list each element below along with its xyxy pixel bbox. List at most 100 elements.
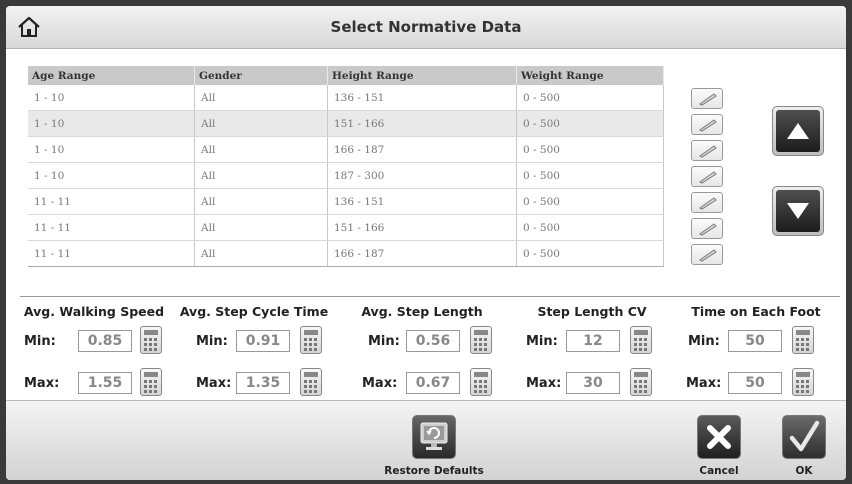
max-label: Max: (196, 376, 232, 391)
max-value-field[interactable]: 0.67 (406, 372, 460, 394)
table-row-selected[interactable]: 1 - 10 All 151 - 166 0 - 500 (28, 110, 664, 137)
min-value-field[interactable]: 0.91 (236, 330, 290, 352)
triangle-down-icon (787, 203, 809, 219)
cell-gender: All (194, 188, 328, 215)
max-value-field[interactable]: 30 (566, 372, 620, 394)
max-value-field[interactable]: 1.35 (236, 372, 290, 394)
calculator-icon[interactable] (792, 368, 814, 396)
metric-label: Time on Each Foot (691, 304, 821, 319)
table-row[interactable]: 11 - 11 All 166 - 187 0 - 500 (28, 240, 664, 267)
cell-gender: All (194, 136, 328, 163)
column-header-gender: Gender (194, 66, 328, 85)
pencil-icon (699, 93, 717, 106)
cell-height-range: 166 - 187 (327, 240, 517, 267)
cell-weight-range: 0 - 500 (516, 188, 664, 215)
table-row[interactable]: 11 - 11 All 136 - 151 0 - 500 (28, 188, 664, 215)
min-value-field[interactable]: 0.85 (78, 330, 132, 352)
calculator-icon[interactable] (792, 326, 814, 354)
metric-label: Avg. Walking Speed (23, 304, 165, 319)
metric-label: Avg. Step Cycle Time (179, 304, 329, 319)
ok-button[interactable] (782, 415, 826, 459)
calculator-icon[interactable] (300, 368, 322, 396)
cancel-button[interactable] (697, 415, 741, 459)
calculator-icon[interactable] (470, 326, 492, 354)
min-value-field[interactable]: 50 (728, 330, 782, 352)
calculator-icon[interactable] (140, 368, 162, 396)
min-label: Min: (196, 334, 228, 349)
calculator-icon[interactable] (630, 326, 652, 354)
pencil-icon (699, 197, 717, 210)
min-label: Min: (368, 334, 400, 349)
calculator-icon[interactable] (470, 368, 492, 396)
min-label: Min: (688, 334, 720, 349)
edit-row-button[interactable] (691, 192, 723, 213)
max-label: Max: (24, 376, 60, 391)
metric-time-on-each-foot: Time on Each Foot Min: 50 Max: 50 (678, 304, 834, 396)
edit-row-button[interactable] (691, 166, 723, 187)
scroll-down-button[interactable] (772, 186, 824, 236)
cell-weight-range: 0 - 500 (516, 240, 664, 267)
table-row[interactable]: 1 - 10 All 166 - 187 0 - 500 (28, 136, 664, 163)
pencil-icon (699, 223, 717, 236)
min-value-field[interactable]: 0.56 (406, 330, 460, 352)
cell-gender: All (194, 110, 328, 137)
cell-gender: All (194, 162, 328, 189)
pencil-icon (699, 171, 717, 184)
triangle-up-icon (787, 123, 809, 139)
edit-row-button[interactable] (691, 244, 723, 265)
max-label: Max: (362, 376, 398, 391)
metric-label: Avg. Step Length (361, 304, 483, 319)
min-row: Min: 0.85 (16, 326, 172, 356)
cell-height-range: 187 - 300 (327, 162, 517, 189)
table-row[interactable]: 1 - 10 All 187 - 300 0 - 500 (28, 162, 664, 189)
cell-gender: All (194, 240, 328, 267)
calculator-icon[interactable] (630, 368, 652, 396)
metric-avg-step-cycle-time: Avg. Step Cycle Time Min: 0.91 Max: 1.35 (176, 304, 332, 396)
min-row: Min: 0.91 (176, 326, 332, 356)
max-row: Max: 30 (514, 368, 670, 398)
cell-age-range: 1 - 10 (28, 85, 195, 111)
calculator-icon[interactable] (300, 326, 322, 354)
max-label: Max: (526, 376, 562, 391)
min-label: Min: (526, 334, 558, 349)
metric-avg-step-length: Avg. Step Length Min: 0.56 Max: 0.67 (344, 304, 500, 396)
cell-weight-range: 0 - 500 (516, 110, 664, 137)
metric-step-length-cv: Step Length CV Min: 12 Max: 30 (514, 304, 670, 396)
max-value-field[interactable]: 50 (728, 372, 782, 394)
table-row[interactable]: 11 - 11 All 151 - 166 0 - 500 (28, 214, 664, 241)
max-value-field[interactable]: 1.55 (78, 372, 132, 394)
title-bar: Select Normative Data (6, 6, 846, 49)
restore-defaults-button[interactable] (412, 415, 456, 459)
table-row[interactable]: 1 - 10 All 136 - 151 0 - 500 (28, 85, 664, 111)
edit-row-button[interactable] (691, 88, 723, 109)
cell-age-range: 11 - 11 (28, 240, 195, 267)
cell-age-range: 11 - 11 (28, 188, 195, 215)
cell-weight-range: 0 - 500 (516, 214, 664, 241)
min-value-field[interactable]: 12 (566, 330, 620, 352)
checkmark-icon (789, 420, 820, 452)
max-row: Max: 50 (678, 368, 834, 398)
column-header-weight-range: Weight Range (516, 66, 664, 85)
min-row: Min: 12 (514, 326, 670, 356)
pencil-icon (699, 249, 717, 262)
edit-row-button[interactable] (691, 218, 723, 239)
dialog-window: Select Normative Data Age Range Gender H… (6, 6, 846, 480)
cell-weight-range: 0 - 500 (516, 162, 664, 189)
cell-gender: All (194, 85, 328, 111)
footer-bar: Restore Defaults Cancel OK (6, 400, 846, 480)
max-label: Max: (686, 376, 722, 391)
cell-weight-range: 0 - 500 (516, 136, 664, 163)
edit-row-button[interactable] (691, 114, 723, 135)
scroll-up-button[interactable] (772, 106, 824, 156)
cell-height-range: 136 - 151 (327, 188, 517, 215)
table-header-row: Age Range Gender Height Range Weight Ran… (28, 66, 664, 85)
calculator-icon[interactable] (140, 326, 162, 354)
metric-avg-walking-speed: Avg. Walking Speed Min: 0.85 Max: 1.55 (16, 304, 172, 396)
min-label: Min: (24, 334, 56, 349)
pencil-icon (699, 119, 717, 132)
page-title: Select Normative Data (330, 18, 522, 36)
metric-label: Step Length CV (537, 304, 647, 319)
normative-data-table: Age Range Gender Height Range Weight Ran… (28, 66, 664, 267)
edit-row-button[interactable] (691, 140, 723, 161)
cell-age-range: 11 - 11 (28, 214, 195, 241)
